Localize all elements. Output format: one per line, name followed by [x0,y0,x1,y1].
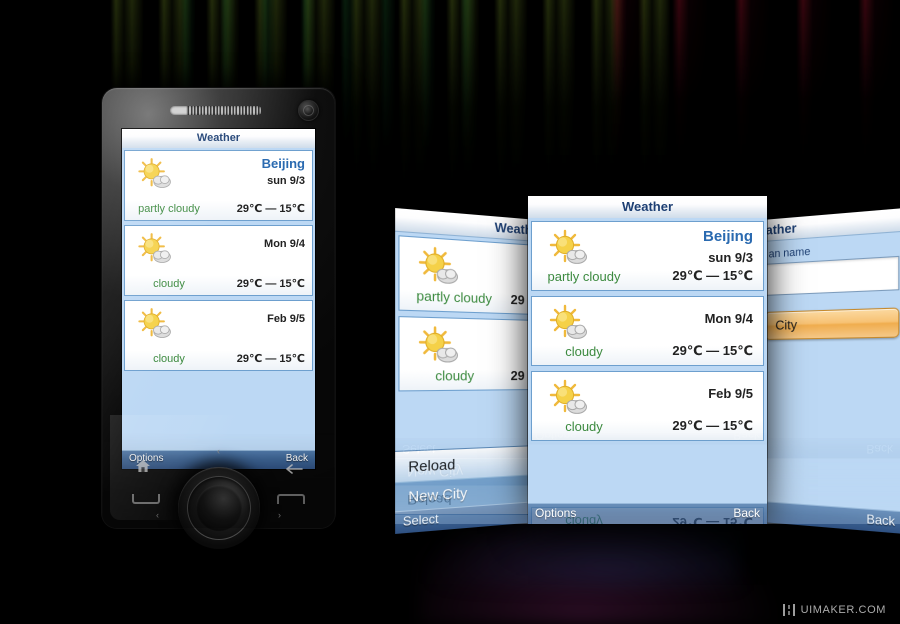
weather-card-list[interactable]: partly cloudy Beijing sun 9/3 29℃ — 15℃ [528,218,767,504]
panel-weather-window: Weather partly cloudy Beijing sun 9/3 29… [528,196,767,524]
partly-cloudy-icon [413,593,461,624]
watermark: UIMAKER.COM [782,604,886,616]
weather-temperature-range: 29℃ — 15℃ [672,268,753,283]
partly-cloudy-icon [415,244,465,289]
weather-day: Mon 9/4 [704,311,753,326]
weather-card[interactable]: cloudy 29 [398,569,533,624]
weather-card[interactable]: cloudy Feb 9/5 29℃ — 15℃ [531,371,764,441]
weather-condition: partly cloudy [416,287,492,307]
weather-condition: cloudy [565,589,603,604]
left-softkey-button[interactable] [132,494,160,504]
weather-temperature-range: 29℃ — 15℃ [672,418,753,433]
weather-condition: cloudy [435,367,475,384]
weather-card[interactable]: cloudy 29 [398,316,536,392]
panel-left-card-list: partly cloudy 29 [395,231,538,513]
partly-cloudy-icon [546,303,594,343]
dpad-center-button[interactable] [195,485,242,531]
weather-temperature-clipped: 29 [510,291,525,308]
new-city-form: an name City [762,231,900,513]
weather-card[interactable]: cloudy Mon 9/4 29℃ — 15℃ [531,582,764,624]
dpad-right-indicator: › [278,510,281,520]
weather-condition: partly cloudy [547,269,621,284]
weather-temperature-clipped: 29 [506,576,522,592]
earpiece-speaker-icon [170,106,262,115]
weather-condition: cloudy [153,353,185,365]
partly-cloudy-icon [546,605,594,624]
weather-card[interactable]: cloudy Mon 9/4 29℃ — 15℃ [124,225,313,296]
weather-temperature-range: 29℃ — 15℃ [236,353,305,365]
screenshot-stage: Weather partly cloudy Beijing sun 9/3 29… [0,0,900,624]
dpad-wheel[interactable] [177,467,260,549]
panel-menu-window: Weath partly cloudy 29 cloudy 29 Reload … [395,208,538,534]
panel-new-city-window: ather an name City Back [762,208,900,534]
right-softkey-button[interactable] [277,494,305,504]
front-camera-icon [298,100,319,121]
weather-day: sun 9/3 [267,175,305,187]
weather-condition: cloudy [565,419,603,434]
weather-temperature-range: 29℃ — 15℃ [236,278,305,290]
partly-cloudy-icon [135,156,177,192]
weather-day: Feb 9/5 [708,547,753,562]
partly-cloudy-icon [546,228,594,268]
weather-card[interactable]: partly cloudy Beijing sun 9/3 29℃ — 15℃ [124,150,313,221]
city-name-input[interactable] [764,255,900,296]
weather-day: Mon 9/4 [264,238,305,250]
weather-city: Beijing [702,228,753,245]
weather-card[interactable]: partly cloudy 29 [398,235,536,315]
watermark-text: UIMAKER.COM [800,604,886,616]
add-city-button[interactable]: City [764,307,900,340]
partly-cloudy-icon [415,324,465,367]
weather-card[interactable]: cloudy Mon 9/4 29℃ — 15℃ [531,296,764,366]
dpad-up-indicator: ‹ [217,446,220,456]
partly-cloudy-icon [135,306,177,342]
partly-cloudy-icon [546,530,594,570]
dpad-left-indicator: ‹ [156,510,159,520]
weather-day: Feb 9/5 [267,313,305,325]
softkey-select[interactable]: Select [403,511,439,529]
softkey-back[interactable]: Back [733,506,760,520]
phone-top-bezel [110,95,327,127]
window-title: Weather [122,129,315,149]
weather-card[interactable]: partly cloudy Beijing sun 9/3 29℃ — 15℃ [531,221,764,291]
weather-condition: cloudy [153,278,185,290]
back-arrow-icon[interactable] [281,461,303,474]
phone-keypad-area: ‹ ‹ › [110,415,327,549]
home-icon[interactable] [136,459,150,472]
weather-condition: cloudy [565,344,603,359]
partly-cloudy-icon [546,378,594,418]
weather-condition: partly cloudy [138,203,200,215]
window-title: Weather [528,196,767,219]
softkey-options[interactable]: Options [535,506,576,520]
weather-temperature-range: 29℃ — 15℃ [236,203,305,215]
red-light-streaks [610,0,900,180]
weather-day: sun 9/3 [708,250,753,265]
weather-card[interactable]: cloudy Feb 9/5 29℃ — 15℃ [124,300,313,371]
weather-temperature-range: 29℃ — 15℃ [672,343,753,358]
weather-condition: cloudy [432,576,470,592]
phone-device: Weather partly cloudy Beijing sun 9/3 29… [102,88,335,549]
weather-city: Beijing [261,156,305,171]
add-city-button[interactable]: City [765,619,897,624]
softkey-back[interactable]: Back [866,512,895,529]
uimaker-logo-icon [782,604,795,616]
softkey-bar: Options Back [528,503,767,524]
weather-temperature-clipped: 29 [510,367,525,384]
weather-day: Feb 9/5 [708,386,753,401]
partly-cloudy-icon [135,231,177,267]
dpad-ring[interactable] [186,476,251,540]
weather-card-list[interactable]: partly cloudy Beijing sun 9/3 29℃ — 15℃ [122,148,315,451]
weather-temperature-range: 29℃ — 15℃ [672,590,753,605]
